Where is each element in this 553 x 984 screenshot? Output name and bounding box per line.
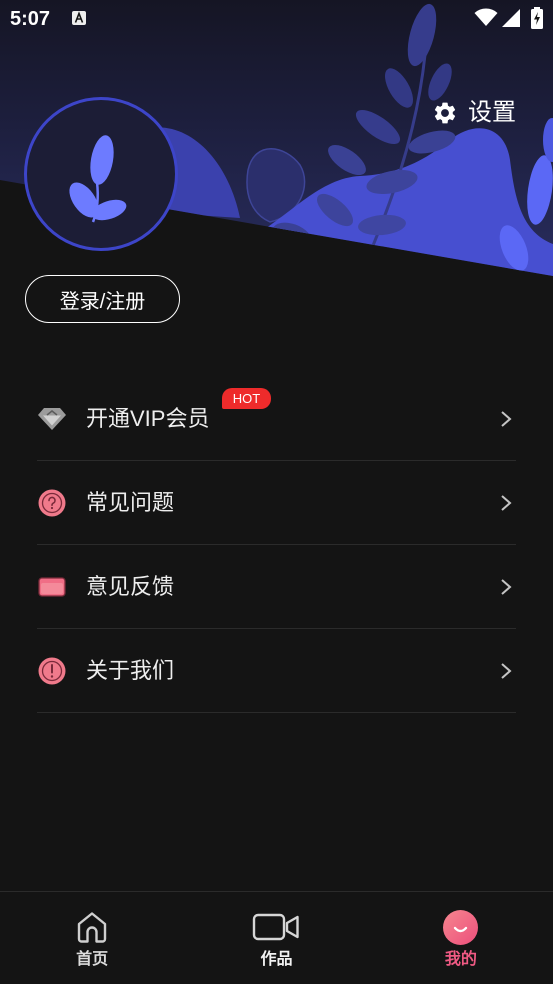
menu-item-label: 开通VIP会员 (86, 406, 210, 431)
smile-profile-icon (443, 907, 479, 947)
status-time: 5:07 (10, 8, 51, 30)
menu-item-about[interactable]: 关于我们 (37, 629, 516, 713)
chevron-right-icon (501, 495, 512, 511)
diamond-icon (37, 404, 67, 434)
leaf-icon (69, 135, 127, 223)
settings-button[interactable]: 设置 (432, 97, 516, 129)
gear-icon (434, 102, 456, 124)
menu-item-feedback[interactable]: 意见反馈 (37, 545, 516, 629)
login-register-button[interactable]: 登录/注册 (25, 275, 180, 323)
menu-item-label: 常见问题 (86, 490, 175, 515)
nav-label: 作品 (260, 951, 293, 968)
hot-badge: HOT (222, 388, 271, 409)
menu-item-vip[interactable]: 开通VIP会员 (37, 377, 516, 461)
home-icon (75, 907, 109, 947)
nav-item-mine[interactable]: 我的 (369, 892, 553, 984)
feedback-card-icon (37, 572, 67, 602)
nav-item-works[interactable]: 作品 (184, 892, 368, 984)
menu-item-label: 意见反馈 (86, 574, 175, 599)
nav-label: 首页 (76, 951, 109, 968)
nav-label: 我的 (444, 951, 477, 968)
chevron-right-icon (501, 663, 512, 679)
chevron-right-icon (501, 411, 512, 427)
nav-item-home[interactable]: 首页 (0, 892, 184, 984)
menu-item-label: 关于我们 (86, 658, 175, 683)
question-icon (37, 488, 67, 518)
bottom-nav: 首页 作品 我的 (0, 891, 553, 984)
settings-label: 设置 (468, 99, 516, 126)
avatar[interactable] (24, 97, 178, 251)
notification-a-icon (72, 11, 86, 25)
signal-icon (502, 9, 520, 27)
battery-charging-icon (531, 7, 543, 29)
info-icon (37, 656, 67, 686)
chevron-right-icon (501, 579, 512, 595)
menu-item-faq[interactable]: 常见问题 (37, 461, 516, 545)
video-icon (252, 907, 300, 947)
wifi-icon (474, 8, 498, 26)
